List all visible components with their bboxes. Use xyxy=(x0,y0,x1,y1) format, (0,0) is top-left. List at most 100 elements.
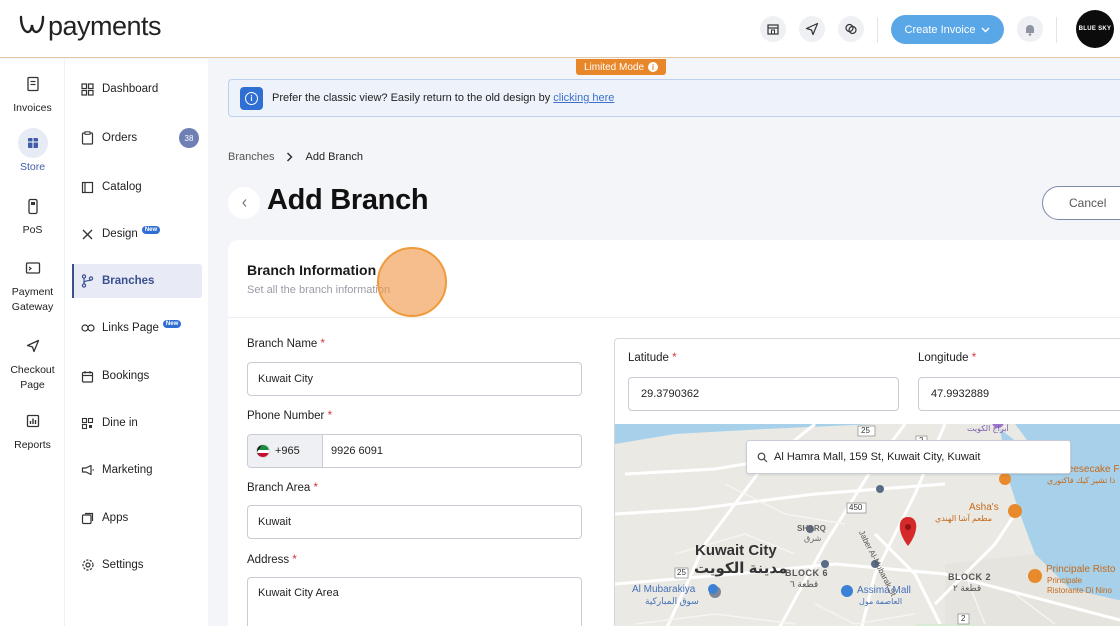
subnav-item-links-page[interactable]: Links Page New xyxy=(72,311,202,345)
click-indicator xyxy=(377,247,447,317)
create-invoice-button[interactable]: Create Invoice xyxy=(891,15,1004,44)
reports-icon xyxy=(18,406,48,436)
branch-name-label: Branch Name * xyxy=(247,338,325,350)
subnav-item-marketing[interactable]: Marketing xyxy=(72,453,202,487)
address-input[interactable]: Kuwait City Area xyxy=(247,577,582,626)
map-label-sharq-ar: شرق xyxy=(804,534,822,543)
map-label-principale: Principale Risto xyxy=(1046,564,1116,575)
coins-icon[interactable] xyxy=(838,16,864,42)
map-label-sharq: SHARQ xyxy=(797,524,826,533)
map-road-450: 450 xyxy=(849,503,863,512)
classic-view-banner: i Prefer the classic view? Easily return… xyxy=(228,79,1120,117)
branch-area-input[interactable]: Kuwait xyxy=(247,505,582,539)
subnav-label: Branches xyxy=(102,275,155,287)
bell-icon[interactable] xyxy=(1017,16,1043,42)
rail-item-pos[interactable]: PoS xyxy=(0,191,65,238)
subnav-item-settings[interactable]: Settings xyxy=(72,548,202,582)
avatar-text: BLUE SKY xyxy=(1078,26,1112,32)
map-label-block6-ar: قطعة ٦ xyxy=(790,579,819,589)
rail-item-label: Payment Gateway xyxy=(11,286,54,313)
card-title: Branch Information xyxy=(247,262,377,278)
latitude-label: Latitude * xyxy=(628,352,677,364)
classic-view-link[interactable]: clicking here xyxy=(553,92,614,104)
limited-mode-tag[interactable]: Limited Mode i xyxy=(576,59,666,75)
rail-item-invoices[interactable]: Invoices xyxy=(0,69,65,116)
limited-mode-label: Limited Mode xyxy=(583,61,645,73)
subnav-item-branches[interactable]: Branches xyxy=(72,264,202,298)
subnav-item-orders[interactable]: Orders 38 xyxy=(72,121,202,155)
map-road-25b: 25 xyxy=(677,568,686,577)
cancel-button[interactable]: Cancel xyxy=(1042,186,1120,220)
country-code-select[interactable]: +965 xyxy=(248,435,323,467)
rail-item-label: Store xyxy=(19,161,46,173)
send-icon[interactable] xyxy=(799,16,825,42)
map-label-block6: BLOCK 6 xyxy=(785,568,829,578)
map-label-ashas: Asha's xyxy=(969,502,999,513)
longitude-input[interactable]: 47.9932889 xyxy=(918,377,1120,411)
phone-number-field: +965 9926 6091 xyxy=(247,434,582,468)
brand-logo[interactable]: payments xyxy=(18,13,162,40)
country-code: +965 xyxy=(275,445,300,457)
breadcrumb-branches[interactable]: Branches xyxy=(228,151,274,163)
branch-area-label: Branch Area * xyxy=(247,482,318,494)
page-title: Add Branch xyxy=(267,184,429,216)
rail-item-reports[interactable]: Reports xyxy=(0,406,65,453)
latitude-input[interactable]: 29.3790362 xyxy=(628,377,899,411)
invoice-icon xyxy=(18,69,48,99)
apps-icon xyxy=(80,511,95,526)
branches-icon xyxy=(80,274,95,289)
subnav-label: Dine in xyxy=(102,417,138,429)
map-label-city: Kuwait City xyxy=(695,542,777,559)
map-road-25: 25 xyxy=(861,426,870,435)
map-label-mubarakiya-ar: سوق المباركية xyxy=(645,596,699,606)
dashboard-icon xyxy=(80,82,95,97)
search-icon xyxy=(757,452,768,462)
map-label-block2-ar: قطعة ٢ xyxy=(953,583,982,593)
top-header: payments Create Invoice BLUE SKY xyxy=(0,0,1120,58)
phone-number-label: Phone Number * xyxy=(247,410,333,422)
orders-icon xyxy=(80,131,95,146)
gateway-icon xyxy=(18,253,48,283)
map-label-ashas-ar: مطعم آشا الهندي xyxy=(935,514,993,523)
map-label-principale-2: Principale xyxy=(1047,576,1083,585)
branch-name-input[interactable]: Kuwait City xyxy=(247,362,582,396)
orders-count-badge: 38 xyxy=(179,128,199,148)
dine-in-icon xyxy=(80,416,95,431)
subnav-item-dashboard[interactable]: Dashboard xyxy=(72,72,202,106)
map-search-input[interactable]: Al Hamra Mall, 159 St, Kuwait City, Kuwa… xyxy=(746,440,1071,474)
subnav-label: Marketing xyxy=(102,464,153,476)
subnav-item-dine-in[interactable]: Dine in xyxy=(72,406,202,440)
map-label-towers-ar: أبراج الكويت xyxy=(967,424,1009,433)
longitude-label: Longitude * xyxy=(918,352,977,364)
account-avatar[interactable]: BLUE SKY xyxy=(1076,10,1114,48)
subnav-label: Links Page xyxy=(102,322,159,334)
map-label-block2: BLOCK 2 xyxy=(948,572,992,582)
rail-item-label: Invoices xyxy=(13,102,52,114)
rail-item-payment-gateway[interactable]: Payment Gateway xyxy=(0,253,65,315)
back-button[interactable] xyxy=(228,187,260,219)
branch-information-card: Branch Information Set all the branch in… xyxy=(228,240,1120,626)
subnav-label: Design xyxy=(102,228,138,240)
info-icon: i xyxy=(648,62,659,72)
settings-icon xyxy=(80,558,95,573)
rail-item-store[interactable]: Store xyxy=(0,128,65,175)
primary-rail: Invoices Store PoS Payment Gateway Check… xyxy=(0,59,65,626)
header-divider xyxy=(877,17,878,43)
subnav-label: Apps xyxy=(102,512,129,524)
subnav-item-design[interactable]: Design New xyxy=(72,217,202,251)
phone-number-input[interactable]: 9926 6091 xyxy=(323,435,383,467)
new-badge: New xyxy=(141,225,161,234)
store-front-icon[interactable] xyxy=(760,16,786,42)
brand-mark-icon xyxy=(19,15,45,34)
kuwait-flag-icon xyxy=(256,444,270,458)
subnav-item-catalog[interactable]: Catalog xyxy=(72,170,202,204)
card-subtitle: Set all the branch information xyxy=(247,284,391,296)
create-invoice-label: Create Invoice xyxy=(904,23,976,36)
rail-item-checkout-page[interactable]: Checkout Page xyxy=(0,331,65,393)
subnav-item-bookings[interactable]: Bookings xyxy=(72,359,202,393)
location-map[interactable]: 25 25 450 23 2 2 Kuwait City مدينة الكوي… xyxy=(615,424,1120,626)
header-divider-2 xyxy=(1056,17,1057,43)
subnav-label: Catalog xyxy=(102,181,142,193)
subnav-item-apps[interactable]: Apps xyxy=(72,501,202,535)
links-icon xyxy=(80,321,95,336)
